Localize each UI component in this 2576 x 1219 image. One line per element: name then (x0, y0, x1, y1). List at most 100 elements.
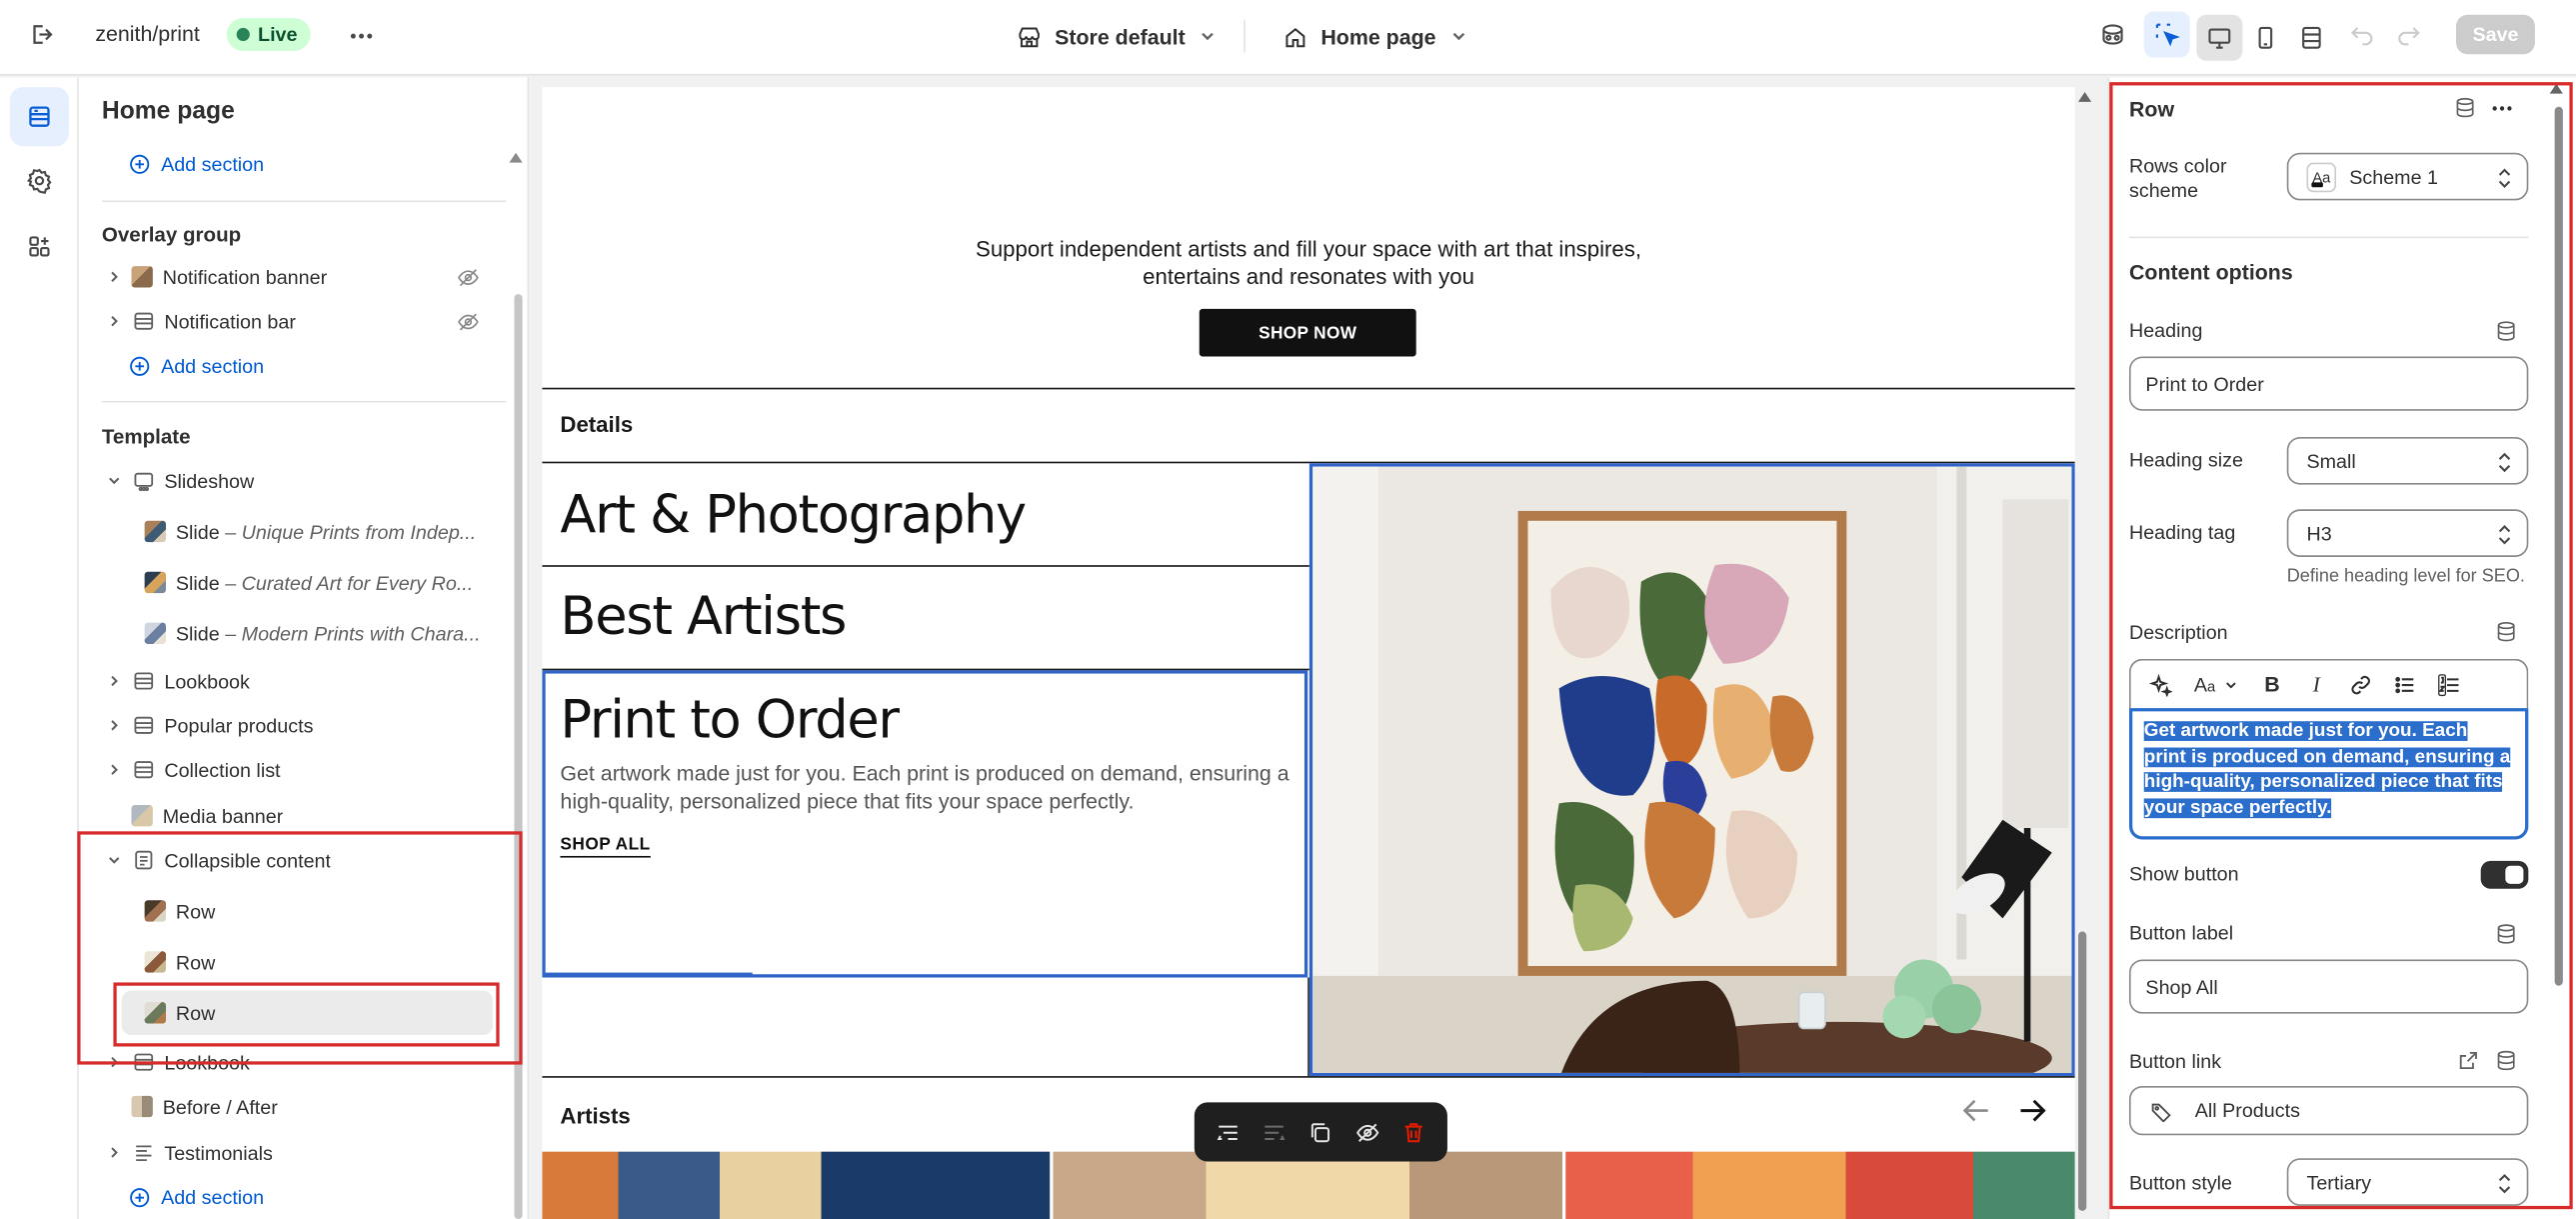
plus-circle-icon (130, 356, 150, 376)
image-thumbnail-icon (144, 622, 166, 645)
annotation-highlight-box (2109, 82, 2573, 1210)
row-image[interactable] (1308, 463, 2075, 1077)
theme-selector-label: Store default (1055, 23, 1186, 49)
chevron-right-icon[interactable] (102, 1141, 125, 1164)
artist-card-image[interactable] (1565, 1151, 2075, 1219)
artist-card-image[interactable] (542, 1151, 1051, 1219)
store-icon (1019, 26, 1040, 47)
add-section-link[interactable]: Add section (128, 153, 264, 176)
row-progress-bar (545, 972, 753, 976)
theme-selector[interactable]: Store default (1017, 18, 1218, 54)
sidebar-item-testimonials[interactable]: Testimonials (89, 1130, 500, 1174)
chevron-down-icon (1202, 32, 1215, 41)
duplicate-icon[interactable] (1302, 1114, 1338, 1150)
chevron-right-icon[interactable] (102, 669, 125, 692)
live-status-label: Live (258, 23, 298, 47)
mobile-icon[interactable] (2242, 15, 2288, 61)
section-layout-icon (131, 758, 154, 781)
chevron-down-icon[interactable] (102, 469, 125, 492)
undo-icon[interactable] (2339, 12, 2385, 58)
move-down-icon[interactable] (1257, 1114, 1292, 1150)
row-heading[interactable]: Best Artists (560, 585, 847, 647)
add-section-link[interactable]: Add section (128, 355, 264, 378)
sidebar-item-label: Slide – Modern Prints with Chara... (175, 621, 481, 645)
sidebar-item-label: Collection list (164, 758, 281, 782)
image-thumbnail-icon (144, 520, 166, 543)
section-layout-icon (131, 310, 154, 333)
sidebar-item-before-after[interactable]: Before / After (89, 1084, 500, 1128)
sidebar-item-label: Media banner (162, 804, 284, 828)
sidebar-item-slide[interactable]: Slide – Unique Prints from Indep... (89, 509, 500, 553)
save-button[interactable]: Save (2456, 14, 2535, 55)
scroll-up-arrow-icon[interactable] (2078, 92, 2092, 102)
image-thumbnail-icon (144, 571, 166, 594)
sidebar-scrollbar[interactable] (514, 294, 523, 1219)
plus-circle-icon (130, 154, 150, 174)
inspector-icon[interactable] (2090, 12, 2136, 58)
sidebar-item-label: Slide – Curated Art for Every Ro... (175, 570, 474, 594)
section-divider (542, 387, 2075, 390)
artist-card-image[interactable] (1053, 1151, 1562, 1219)
apps-icon[interactable] (10, 217, 69, 276)
arrow-left-icon[interactable] (1958, 1093, 1997, 1132)
preview-canvas: Support independent artists and fill you… (529, 77, 2106, 1219)
live-status-badge: Live (226, 18, 311, 51)
redo-icon[interactable] (2385, 12, 2431, 58)
shop-all-link[interactable]: SHOP ALL (560, 835, 651, 858)
more-icon[interactable] (339, 13, 385, 59)
sidebar-item-label: Testimonials (164, 1140, 273, 1164)
move-up-icon[interactable] (1210, 1114, 1246, 1150)
chevron-down-icon (1452, 32, 1465, 41)
hero-text-line: Support independent artists and fill you… (976, 236, 1642, 262)
sidebar-item-lookbook[interactable]: Lookbook (89, 659, 500, 703)
sidebar-item-popular-products[interactable]: Popular products (89, 703, 500, 747)
page-selector-label: Home page (1320, 23, 1436, 49)
sidebar-item-collection-list[interactable]: Collection list (89, 748, 500, 792)
top-bar: zenith/print Live Store default Home pag… (0, 0, 2576, 76)
row-heading[interactable]: Print to Order (560, 688, 900, 750)
page-selector[interactable]: Home page (1284, 18, 1469, 54)
sidebar-item-slide[interactable]: Slide – Curated Art for Every Ro... (89, 560, 500, 604)
group-divider (101, 200, 507, 203)
sidebar-item-notification-banner[interactable]: Notification banner (89, 255, 500, 299)
scroll-up-arrow-icon[interactable] (509, 152, 523, 163)
row-description: Get artwork made just for you. Each prin… (560, 760, 1289, 814)
sidebar-item-slideshow[interactable]: Slideshow (89, 458, 500, 502)
row-heading[interactable]: Art & Photography (560, 483, 1027, 545)
chevron-right-icon[interactable] (102, 758, 125, 781)
chevron-right-icon[interactable] (102, 265, 125, 288)
status-dot-icon (236, 27, 250, 42)
sidebar-item-notification-bar[interactable]: Notification bar (89, 299, 500, 343)
hide-icon[interactable] (1349, 1114, 1385, 1150)
arrow-right-icon[interactable] (2014, 1093, 2053, 1132)
overlay-group-title: Overlay group (101, 223, 242, 247)
sidebar-item-slide[interactable]: Slide – Modern Prints with Chara... (89, 611, 500, 655)
chevron-right-icon[interactable] (102, 310, 125, 333)
delete-icon[interactable] (1396, 1114, 1432, 1150)
desktop-icon[interactable] (2196, 14, 2243, 61)
select-icon[interactable] (2143, 11, 2190, 58)
image-thumbnail-icon (131, 1095, 153, 1118)
shop-now-button[interactable]: SHOP NOW (1199, 308, 1416, 357)
section-divider (542, 1076, 2075, 1078)
eye-hidden-icon[interactable] (457, 310, 480, 333)
settings-icon[interactable] (10, 151, 69, 210)
hero-text-line: entertains and resonates with you (1143, 264, 1474, 290)
add-section-label: Add section (161, 1186, 265, 1210)
device-toggle (2196, 14, 2334, 61)
add-section-link[interactable]: Add section (128, 1186, 264, 1209)
section-layout-icon (131, 714, 154, 737)
sidebar-item-label: Lookbook (164, 669, 250, 693)
full-width-icon[interactable] (2288, 15, 2334, 61)
chevron-right-icon[interactable] (102, 714, 125, 737)
eye-hidden-icon[interactable] (457, 265, 480, 288)
sections-icon[interactable] (9, 87, 70, 147)
sidebar-item-label: Notification banner (162, 265, 328, 289)
group-divider (101, 400, 507, 403)
exit-icon[interactable] (18, 12, 64, 58)
storefront-preview: Support independent artists and fill you… (542, 87, 2075, 1219)
add-section-label: Add section (161, 152, 265, 176)
topbar-divider (1244, 19, 1246, 53)
preview-scrollbar[interactable] (2078, 931, 2087, 1211)
sidebar-item-label: Slide – Unique Prints from Indep... (175, 519, 477, 543)
